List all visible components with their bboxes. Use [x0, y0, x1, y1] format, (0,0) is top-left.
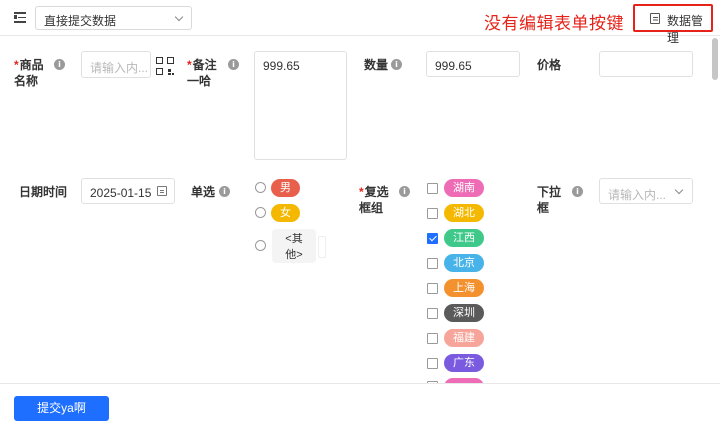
radio-female[interactable] [255, 207, 266, 218]
product-name-placeholder: 请输入内... [90, 61, 149, 75]
checkbox-option-shanghai: 上海 [444, 279, 484, 297]
chevron-down-icon [174, 12, 184, 22]
info-icon: i [228, 59, 239, 70]
checkbox-option-hunan: 湖南 [444, 179, 484, 197]
info-icon: i [219, 186, 230, 197]
qr-code-icon[interactable] [156, 57, 174, 75]
info-icon: i [399, 186, 410, 197]
radio-other[interactable] [255, 240, 266, 251]
price-input[interactable] [599, 51, 693, 77]
checkbox-option-hubei: 湖北 [444, 204, 484, 222]
dropdown-placeholder: 请输入内... [608, 188, 667, 202]
checkbox-group-label: *复选 框组 [359, 185, 389, 215]
vertical-scrollbar[interactable] [712, 38, 718, 80]
form-select[interactable]: 直接提交数据 [35, 6, 192, 30]
radio-male[interactable] [255, 182, 266, 193]
checkbox-hunan[interactable] [427, 183, 438, 194]
submit-button[interactable]: 提交ya啊 [14, 396, 109, 421]
form-select-value: 直接提交数据 [44, 14, 117, 28]
datetime-value: 2025-01-15 [90, 186, 152, 200]
radio-label: 单选 [191, 185, 216, 199]
checkbox-option-jiangxi: 江西 [444, 229, 484, 247]
required-mark: * [14, 58, 19, 72]
chevron-down-icon [674, 185, 684, 195]
radio-option-female: 女 [271, 204, 300, 222]
quantity-input[interactable]: 999.65 [426, 51, 520, 77]
notice-text: 没有编辑表单按键 [484, 14, 624, 33]
document-icon [650, 13, 660, 24]
datetime-input[interactable]: 2025-01-15 [81, 178, 175, 204]
checkbox-jiangxi[interactable] [427, 233, 438, 244]
info-icon: i [391, 59, 402, 70]
datetime-label: 日期时间 [19, 185, 68, 199]
menu-collapse-icon[interactable] [14, 11, 28, 23]
product-name-input[interactable]: 请输入内... [81, 51, 151, 78]
remark-label: *备注 一哈 [187, 58, 217, 88]
checkbox-option-fujian: 福建 [444, 329, 484, 347]
required-mark: * [187, 58, 192, 72]
checkbox-guangdong[interactable] [427, 358, 438, 369]
price-label: 价格 [537, 58, 562, 72]
checkbox-beijing[interactable] [427, 258, 438, 269]
info-icon: i [54, 59, 65, 70]
product-name-label: *商品 名称 [14, 58, 44, 88]
data-management-label: 数据管理 [667, 14, 704, 45]
other-input-edge [318, 236, 326, 258]
remark-value: 999.65 [263, 59, 300, 73]
quantity-value: 999.65 [435, 59, 472, 73]
radio-option-other: <其 他> [272, 229, 316, 263]
dropdown-label: 下拉框 [537, 185, 562, 215]
radio-option-male: 男 [271, 179, 300, 197]
top-bar: 直接提交数据 没有编辑表单按键 数据管理 [0, 0, 720, 45]
checkbox-hubei[interactable] [427, 208, 438, 219]
checkbox-option-guangdong: 广东 [444, 354, 484, 372]
footer-bar: 提交ya啊 [0, 383, 720, 423]
checkbox-option-shenzhen: 深圳 [444, 304, 484, 322]
required-mark: * [359, 185, 364, 199]
info-icon: i [572, 186, 583, 197]
calendar-icon [157, 186, 167, 196]
quantity-label: 数量 [364, 58, 389, 72]
checkbox-shanghai[interactable] [427, 283, 438, 294]
checkbox-fujian[interactable] [427, 333, 438, 344]
checkbox-option-beijing: 北京 [444, 254, 484, 272]
dropdown-select[interactable]: 请输入内... [599, 178, 693, 204]
data-management-button[interactable]: 数据管理 [633, 4, 713, 45]
checkbox-shenzhen[interactable] [427, 308, 438, 319]
remark-textarea[interactable]: 999.65 [254, 51, 347, 160]
